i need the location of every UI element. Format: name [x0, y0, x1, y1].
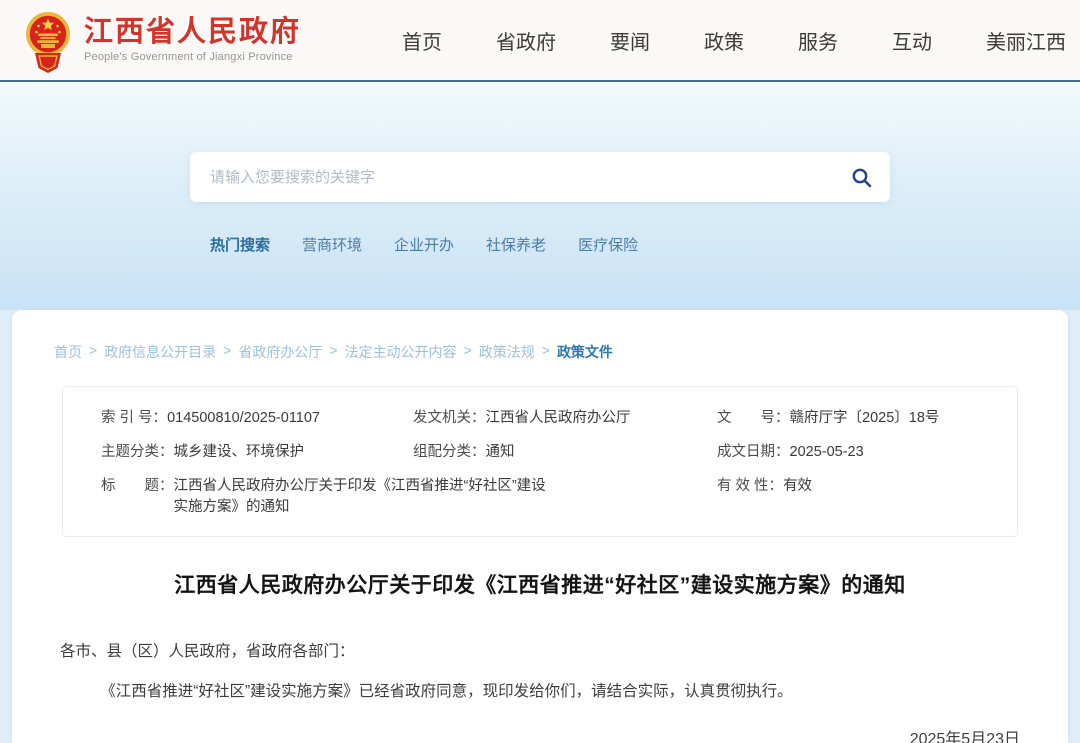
meta-index-value: 014500810/2025-01107: [167, 408, 320, 429]
meta-title-value: 江西省人民政府办公厅关于印发《江西省推进“好社区”建设实施方案》的通知: [174, 476, 549, 518]
document-body: 各市、县（区）人民政府，省政府各部门： 《江西省推进“好社区”建设实施方案》已经…: [12, 639, 1068, 743]
content-card: 首页 > 政府信息公开目录 > 省政府办公厅 > 法定主动公开内容 > 政策法规…: [12, 310, 1068, 743]
breadcrumb-home[interactable]: 首页: [54, 342, 82, 362]
hot-tag-social-security[interactable]: 社保养老: [486, 234, 546, 255]
meta-topic-value: 城乡建设、环境保护: [174, 442, 305, 463]
meta-title: 标 题： 江西省人民政府办公厅关于印发《江西省推进“好社区”建设实施方案》的通知: [101, 476, 717, 518]
national-emblem-icon: [24, 10, 72, 76]
hot-tag-medical-insurance[interactable]: 医疗保险: [578, 234, 638, 255]
hot-tag-business-environment[interactable]: 营商环境: [302, 234, 362, 255]
document-salutation: 各市、县（区）人民政府，省政府各部门：: [60, 639, 1020, 661]
meta-validity-value: 有效: [783, 476, 812, 497]
breadcrumb-separator: >: [542, 342, 550, 362]
nav-news[interactable]: 要闻: [610, 26, 650, 55]
meta-docnum-value: 赣府厅字〔2025〕18号: [790, 408, 940, 429]
meta-group-category: 组配分类： 通知: [413, 442, 717, 463]
site-header: 江西省人民政府 People's Government of Jiangxi P…: [0, 0, 1080, 80]
hot-search-row: 热门搜索 营商环境 企业开办 社保养老 医疗保险: [210, 234, 638, 255]
search-button[interactable]: [851, 167, 872, 188]
breadcrumb-policy-regulations[interactable]: 政策法规: [479, 342, 535, 362]
hot-tag-enterprise-setup[interactable]: 企业开办: [394, 234, 454, 255]
meta-group-label: 组配分类：: [413, 442, 486, 463]
nav-services[interactable]: 服务: [798, 26, 838, 55]
meta-date-value: 2025-05-23: [790, 442, 864, 463]
meta-agency-value: 江西省人民政府办公厅: [486, 408, 631, 429]
breadcrumb-policy-documents: 政策文件: [557, 342, 613, 362]
site-title: 江西省人民政府: [84, 17, 301, 49]
breadcrumb-gov-info-directory[interactable]: 政府信息公开目录: [104, 342, 216, 362]
breadcrumb-separator: >: [464, 342, 472, 362]
nav-policy[interactable]: 政策: [704, 26, 744, 55]
breadcrumb: 首页 > 政府信息公开目录 > 省政府办公厅 > 法定主动公开内容 > 政策法规…: [12, 310, 1068, 362]
document-title: 江西省人民政府办公厅关于印发《江西省推进“好社区”建设实施方案》的通知: [12, 569, 1068, 599]
meta-validity: 有 效 性： 有效: [717, 476, 997, 518]
document-paragraph: 《江西省推进“好社区”建设实施方案》已经省政府同意，现印发给你们，请结合实际，认…: [60, 679, 1020, 701]
hot-search-label: 热门搜索: [210, 234, 270, 255]
search-box: [190, 152, 890, 202]
nav-home[interactable]: 首页: [402, 26, 442, 55]
meta-index-number: 索 引 号： 014500810/2025-01107: [101, 408, 413, 429]
meta-group-value: 通知: [486, 442, 515, 463]
meta-agency-label: 发文机关：: [413, 408, 486, 429]
meta-validity-label: 有 效 性：: [717, 476, 783, 497]
search-banner: 热门搜索 营商环境 企业开办 社保养老 医疗保险: [0, 82, 1080, 310]
search-input[interactable]: [210, 169, 851, 186]
document-metadata-panel: 索 引 号： 014500810/2025-01107 发文机关： 江西省人民政…: [62, 386, 1018, 537]
meta-date-label: 成文日期：: [717, 442, 790, 463]
meta-docnum-label: 文 号：: [717, 408, 790, 429]
meta-topic-label: 主题分类：: [101, 442, 174, 463]
meta-topic-category: 主题分类： 城乡建设、环境保护: [101, 442, 413, 463]
meta-document-number: 文 号： 赣府厅字〔2025〕18号: [717, 408, 997, 429]
meta-issuing-agency: 发文机关： 江西省人民政府办公厅: [413, 408, 717, 429]
site-logo[interactable]: 江西省人民政府 People's Government of Jiangxi P…: [24, 4, 301, 76]
nav-interaction[interactable]: 互动: [892, 26, 932, 55]
breadcrumb-separator: >: [89, 342, 97, 362]
breadcrumb-general-office[interactable]: 省政府办公厅: [238, 342, 322, 362]
main-nav: 首页 省政府 要闻 政策 服务 互动 美丽江西: [402, 26, 1066, 55]
site-subtitle: People's Government of Jiangxi Province: [84, 51, 301, 63]
meta-title-label: 标 题：: [101, 476, 174, 497]
meta-issue-date: 成文日期： 2025-05-23: [717, 442, 997, 463]
meta-index-label: 索 引 号：: [101, 408, 167, 429]
breadcrumb-separator: >: [223, 342, 231, 362]
breadcrumb-separator: >: [329, 342, 337, 362]
nav-beautiful-jiangxi[interactable]: 美丽江西: [986, 26, 1066, 55]
search-icon: [851, 167, 872, 188]
nav-provincial-government[interactable]: 省政府: [496, 26, 556, 55]
document-date: 2025年5月23日: [60, 725, 1020, 743]
breadcrumb-statutory-disclosure[interactable]: 法定主动公开内容: [345, 342, 457, 362]
